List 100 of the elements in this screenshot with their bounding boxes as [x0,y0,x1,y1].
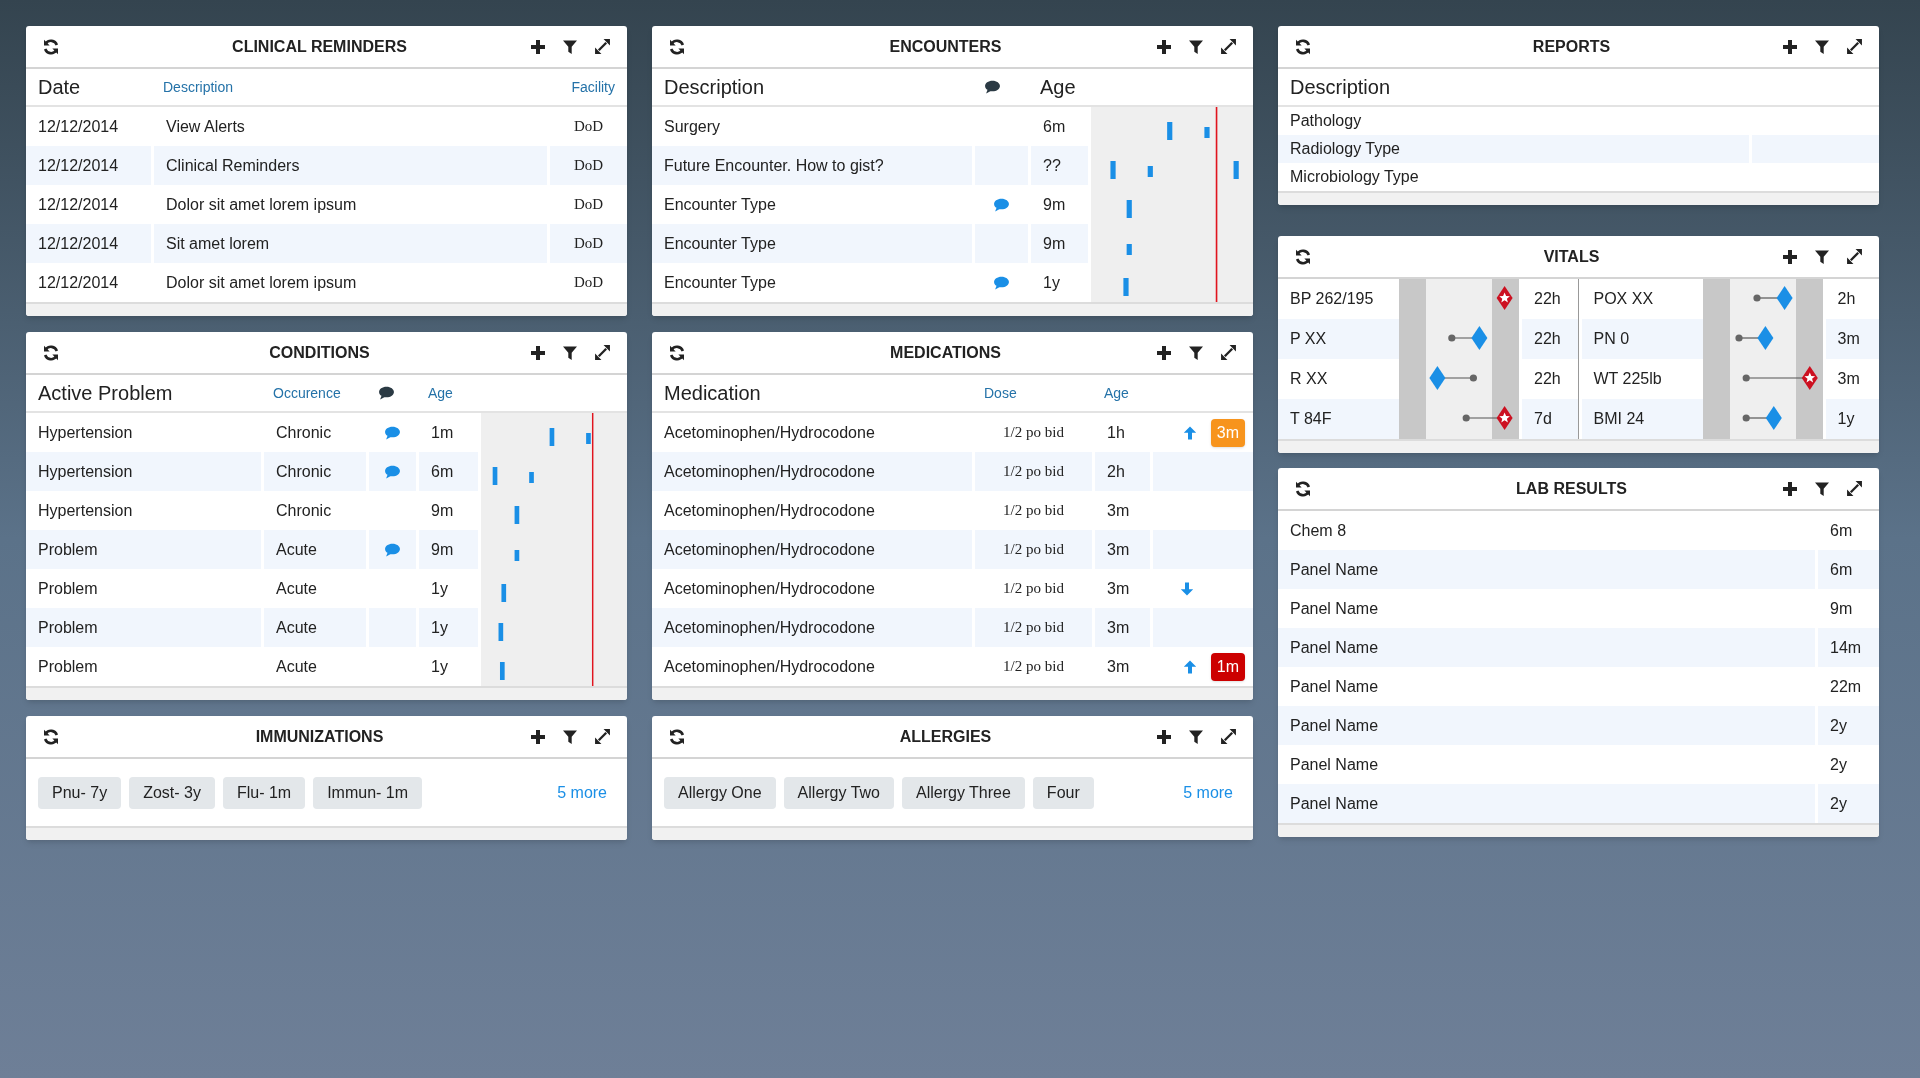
filter-icon [1188,38,1204,55]
column-header[interactable]: Description [163,76,234,98]
filter-icon [1814,480,1830,497]
chip[interactable]: Four [1032,776,1094,809]
column-header: Description [664,75,765,100]
table-cell: Problem [26,530,261,569]
table-cell: Future Encounter. How to gist? [652,146,972,185]
card-title: LAB RESULTS [1515,478,1628,499]
plus-icon [1156,38,1172,55]
card-title: CONDITIONS [268,342,371,363]
vital-label: P XX [1278,319,1399,359]
plus-icon [530,344,546,361]
expand-icon [1845,248,1863,265]
card-title: VITALS [1542,246,1601,267]
table-cell: 3m [1092,530,1150,569]
age-badge: 1m [1210,652,1245,681]
table-cell: Acetominophen/Hydrocodone [652,608,972,647]
table-cell: Chronic [261,452,366,491]
table-cell: DoD [547,146,627,185]
table-cell: Radiology Type [1278,135,1749,163]
expand-icon [1845,480,1863,497]
expand-icon [1219,344,1237,361]
table-cell: Problem [26,608,261,647]
column-header[interactable]: Facility [571,76,615,98]
card-title: ENCOUNTERS [888,36,1003,57]
chip[interactable]: Allergy One [664,776,776,809]
table-cell: 12/12/2014 [26,146,151,185]
card-title: MEDICATIONS [889,342,1002,363]
refresh-icon [668,727,686,746]
column-header: Active Problem [38,381,173,406]
table-cell: Clinical Reminders [151,146,547,185]
chip[interactable]: Flu- 1m [222,776,306,809]
refresh-icon [42,37,60,56]
expand-icon [1219,38,1237,55]
more-link[interactable]: 5 more [1183,780,1241,805]
filter-icon [1814,248,1830,265]
card-title: CLINICAL REMINDERS [231,36,408,57]
filter-icon [562,344,578,361]
table-cell: Panel Name [1278,628,1815,667]
table-cell: 12/12/2014 [26,224,151,263]
column-header[interactable]: Occurence [273,382,341,404]
vital-label: T 84F [1278,399,1399,439]
column-header[interactable]: Age [1104,382,1129,404]
refresh-icon [668,37,686,56]
table-cell: 1/2 po bid [972,452,1092,491]
table-cell: 6m [1815,550,1879,589]
table-cell: Acetominophen/Hydrocodone [652,530,972,569]
filter-icon [562,38,578,55]
plus-icon [530,728,546,745]
more-link[interactable]: 5 more [557,780,615,805]
table-cell: Acute [261,530,366,569]
chip[interactable]: Allergy Three [902,776,1025,809]
plus-icon [1782,480,1798,497]
plus-icon [1156,344,1172,361]
table-cell: ?? [1028,146,1088,185]
table-cell: Acetominophen/Hydrocodone [652,452,972,491]
table-cell: Hypertension [26,452,261,491]
plus-icon [1782,38,1798,55]
chip[interactable]: Zost- 3y [129,776,215,809]
table-cell: 7d [1519,399,1578,439]
vital-label: PN 0 [1581,319,1703,359]
table-cell: 3m [1092,608,1150,647]
column-header: Date [38,75,81,100]
refresh-icon [1294,247,1312,266]
column-header: Description [1290,75,1391,100]
card-title: IMMUNIZATIONS [254,726,385,747]
column-header[interactable]: Age [428,382,453,404]
table-cell: Panel Name [1278,784,1815,823]
table-cell: 2y [1815,784,1879,823]
chip[interactable]: Allergy Two [783,776,894,809]
column-header: Age [1040,75,1076,100]
filter-icon [1814,38,1830,55]
refresh-icon [42,727,60,746]
table-cell: 9m [1028,224,1088,263]
table-cell: Panel Name [1278,706,1815,745]
filter-icon [1188,344,1204,361]
comment-icon [378,386,395,400]
column-header[interactable]: Dose [984,382,1017,404]
column-header: Medication [664,381,761,406]
expand-icon [1845,38,1863,55]
table-cell: 2y [1815,706,1879,745]
table-cell: 1/2 po bid [972,608,1092,647]
table-cell: 2h [1092,452,1150,491]
table-cell: DoD [547,224,627,263]
expand-icon [593,344,611,361]
chip[interactable]: Immun- 1m [313,776,423,809]
table-cell: 1/2 po bid [972,530,1092,569]
plus-icon [1782,248,1798,265]
table-cell: 14m [1815,628,1879,667]
chip[interactable]: Pnu- 7y [38,776,122,809]
filter-icon [1188,728,1204,745]
card-title: REPORTS [1531,36,1612,57]
expand-icon [1219,728,1237,745]
expand-icon [593,38,611,55]
refresh-icon [1294,479,1312,498]
table-cell: Sit amet lorem [151,224,547,263]
table-cell: 6m [416,452,478,491]
comment-icon [984,80,1001,94]
filter-icon [562,728,578,745]
table-cell: Panel Name [1278,550,1815,589]
